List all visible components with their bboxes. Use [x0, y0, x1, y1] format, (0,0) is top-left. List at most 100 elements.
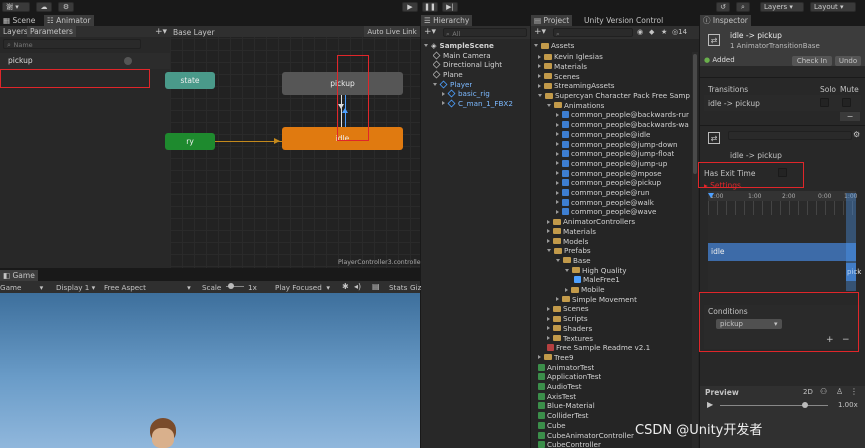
state-node-left[interactable]: state — [165, 72, 215, 89]
expand-arrow-icon[interactable] — [556, 161, 559, 166]
scale-slider-handle[interactable] — [228, 283, 234, 289]
expand-arrow-icon[interactable] — [538, 64, 541, 69]
expand-arrow-icon[interactable] — [556, 142, 559, 147]
expand-arrow-icon[interactable] — [547, 229, 550, 234]
project-item[interactable]: common_people@mpose — [556, 168, 662, 178]
expand-arrow-icon[interactable] — [556, 132, 559, 137]
scrollbar-thumb[interactable] — [693, 54, 697, 174]
project-item[interactable]: Prefabs — [547, 246, 591, 256]
person-icon[interactable]: ♙ — [836, 387, 843, 396]
step-button[interactable]: ▶| — [442, 2, 458, 12]
more-icon[interactable]: ⋮ — [850, 387, 858, 396]
project-item[interactable]: Tree9 — [538, 353, 574, 363]
expand-arrow-icon[interactable] — [565, 268, 569, 272]
project-item[interactable]: common_people@jump-down — [556, 139, 678, 149]
expand-arrow-icon[interactable] — [556, 200, 559, 205]
transition-timeline[interactable]: 1:00 1:00 2:00 0:00 1:00 idle pick — [708, 191, 861, 291]
project-item[interactable]: CubeAnimatorController — [538, 430, 634, 440]
layout-dropdown[interactable]: Layout ▾ — [810, 2, 856, 12]
project-item[interactable]: AxisTest — [538, 392, 576, 402]
animator-graph[interactable]: Base Layer Auto Live Link state ry picku… — [165, 26, 423, 268]
bug-icon[interactable]: ✱ — [342, 282, 349, 291]
transition-list-item[interactable]: idle -> pickup — [704, 95, 861, 111]
project-item[interactable]: Base — [556, 256, 591, 266]
preview-speed-slider[interactable] — [720, 405, 828, 406]
preview-2d-toggle[interactable]: 2D — [803, 388, 813, 396]
expand-arrow-icon[interactable] — [538, 94, 542, 98]
project-item[interactable]: AnimatorControllers — [547, 217, 635, 227]
expand-arrow-icon[interactable] — [556, 180, 559, 185]
project-item[interactable]: AnimatorTest — [538, 362, 594, 372]
favorite-icon[interactable]: ★ — [661, 28, 667, 36]
hidden-packages-icon[interactable]: ◎14 — [672, 28, 687, 36]
tab-inspector[interactable]: ⓘ Inspector — [700, 15, 751, 26]
hierarchy-item[interactable]: Plane — [433, 70, 463, 80]
account-dropdown[interactable]: 谢 ▾ — [2, 2, 30, 12]
project-item[interactable]: Models — [547, 236, 588, 246]
parameter-row[interactable]: pickup — [0, 53, 170, 69]
shortcuts-icon[interactable]: ▤ — [372, 282, 380, 291]
expand-arrow-icon[interactable] — [556, 190, 559, 195]
project-item[interactable]: common_people@jump-up — [556, 159, 667, 169]
layers-dropdown[interactable]: Layers ▾ — [760, 2, 804, 12]
expand-arrow-icon[interactable] — [547, 336, 550, 341]
project-item[interactable]: AudioTest — [538, 382, 582, 392]
tab-animator[interactable]: ☷ Animator — [44, 15, 94, 26]
project-item[interactable]: Simple Movement — [556, 295, 637, 305]
project-item[interactable]: common_people@run — [556, 188, 650, 198]
project-item[interactable]: Materials — [547, 227, 596, 237]
breadcrumb[interactable]: Base Layer — [173, 28, 215, 37]
gizmos-button[interactable]: Giz — [410, 283, 421, 292]
assets-root[interactable]: Assets — [534, 41, 574, 51]
idle-track[interactable]: idle — [708, 243, 856, 261]
project-item[interactable]: common_people@backwards-wa — [556, 120, 689, 130]
expand-arrow-icon[interactable] — [565, 287, 568, 292]
expand-arrow-icon[interactable] — [556, 171, 559, 176]
hierarchy-search-input[interactable]: ⌕ All — [443, 28, 527, 38]
project-search-input[interactable]: ⌕ — [553, 28, 633, 38]
project-item[interactable]: Textures — [547, 333, 593, 343]
project-item[interactable]: Shaders — [547, 324, 592, 334]
hierarchy-item[interactable]: Main Camera — [433, 51, 491, 61]
game-viewport[interactable] — [0, 293, 420, 448]
gear-icon[interactable]: ⚙ — [58, 2, 74, 12]
parameter-search-input[interactable]: ⌕ Name — [3, 39, 141, 49]
entry-transition-arrow[interactable] — [215, 141, 282, 142]
project-item[interactable]: MaleFree1 — [574, 275, 620, 285]
undo-button[interactable]: Undo — [835, 56, 861, 66]
expand-arrow-icon[interactable] — [538, 54, 541, 59]
expand-arrow-icon[interactable] — [538, 355, 541, 360]
project-item[interactable]: Animations — [547, 101, 604, 111]
mute-audio-icon[interactable]: ◂) — [354, 282, 361, 291]
trigger-toggle[interactable] — [124, 57, 132, 65]
project-item[interactable]: CubeController — [538, 440, 601, 448]
expand-arrow-icon[interactable] — [547, 316, 550, 321]
expand-arrow-icon[interactable] — [538, 83, 541, 88]
tab-parameters[interactable]: Parameters — [27, 26, 76, 37]
project-item[interactable]: Scenes — [547, 304, 589, 314]
project-item[interactable]: Scenes — [538, 71, 580, 81]
project-item[interactable]: Mobile — [565, 285, 605, 295]
play-button[interactable]: ▶ — [402, 2, 418, 12]
expand-arrow-icon[interactable] — [538, 74, 541, 79]
preview-play-button[interactable]: ▶ — [707, 400, 713, 409]
check-in-button[interactable]: Check In — [792, 56, 832, 66]
remove-transition-button[interactable]: − — [840, 112, 860, 121]
expand-arrow-icon[interactable] — [547, 249, 551, 253]
create-button[interactable]: +▾ — [424, 27, 436, 37]
expand-arrow-icon[interactable] — [547, 219, 550, 224]
expand-arrow-icon[interactable] — [442, 91, 445, 96]
project-scrollbar[interactable] — [692, 52, 698, 448]
project-item[interactable]: ApplicationTest — [538, 372, 601, 382]
settings-gear-icon[interactable]: ⚙ — [853, 130, 860, 139]
game-mode-dropdown[interactable]: Game ▾ — [0, 283, 43, 292]
hierarchy-item[interactable]: Directional Light — [433, 60, 502, 70]
stats-button[interactable]: Stats — [389, 283, 407, 292]
expand-arrow-icon[interactable] — [547, 103, 551, 107]
transition-duration-region[interactable] — [846, 193, 856, 291]
expand-arrow-icon[interactable] — [556, 151, 559, 156]
expand-arrow-icon[interactable] — [547, 326, 550, 331]
expand-arrow-icon[interactable] — [424, 44, 428, 48]
expand-arrow-icon[interactable] — [556, 297, 559, 302]
aspect-dropdown[interactable]: Free Aspect ▾ — [104, 283, 191, 292]
